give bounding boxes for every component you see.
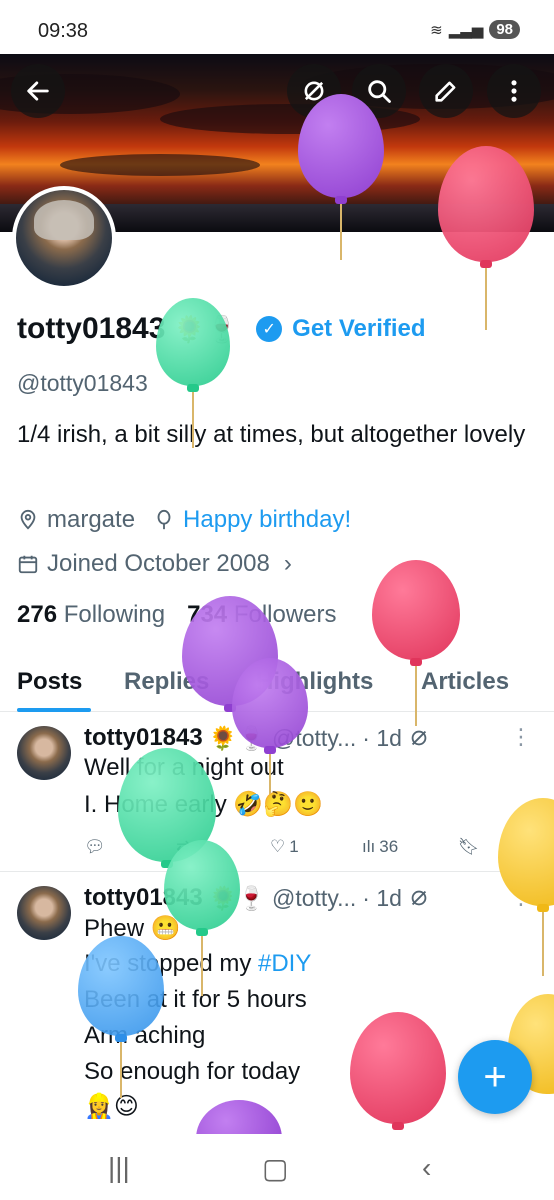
post-avatar[interactable]: [17, 726, 71, 780]
more-options-button[interactable]: [487, 64, 541, 118]
search-icon: [368, 80, 391, 103]
profile-name: totty01843: [17, 312, 166, 345]
like-button[interactable]: ♡ 1: [270, 837, 362, 857]
get-verified-link[interactable]: Get Verified: [292, 315, 425, 343]
follow-stats: 276 Following 734 Followers: [17, 601, 337, 629]
profile-meta-joined[interactable]: Joined October 2008 ›: [17, 550, 292, 578]
compose-post-button[interactable]: +: [458, 1040, 532, 1114]
post-header: totty01843 🌻🍷 @totty... · 1d: [84, 884, 430, 912]
location-icon: [20, 509, 36, 530]
post-text-line: 👷‍♀️😊: [84, 1093, 139, 1120]
system-back-icon[interactable]: ‹: [422, 1152, 431, 1184]
post-time: · 1d: [362, 724, 402, 751]
chevron-right-icon: ›: [283, 550, 292, 577]
views-count: 36: [379, 836, 399, 856]
plus-icon: +: [483, 1054, 507, 1099]
wifi-icon: ≋: [430, 21, 443, 39]
status-icons: ≋ ▂▃▅ 98: [430, 20, 520, 39]
location-text: margate: [47, 506, 136, 533]
like-count: 1: [289, 836, 299, 856]
profile-avatar[interactable]: [12, 186, 116, 290]
tab-articles[interactable]: Articles: [421, 668, 509, 696]
home-icon[interactable]: ▢: [262, 1152, 288, 1185]
post-author-handle: @totty...: [272, 884, 357, 911]
calendar-icon: [18, 555, 38, 574]
back-button[interactable]: [11, 64, 65, 118]
verified-badge-icon[interactable]: ✓: [256, 316, 283, 342]
profile-handle: @totty01843: [17, 370, 148, 396]
back-arrow-icon: [27, 81, 49, 101]
hashtag-link[interactable]: #DIY: [258, 950, 311, 977]
signal-icon: ▂▃▅: [448, 21, 484, 39]
birthday-text[interactable]: Happy birthday!: [183, 506, 351, 534]
post-text-line: So enough for today: [84, 1058, 301, 1085]
post-avatar[interactable]: [17, 886, 71, 940]
views-button[interactable]: ılı 36: [362, 837, 458, 857]
battery-indicator: 98: [489, 20, 520, 39]
post-time: · 1d: [362, 884, 402, 911]
more-vertical-icon: [511, 80, 517, 102]
tab-posts[interactable]: Posts: [17, 668, 82, 696]
sync-off-icon: [411, 730, 427, 746]
following-count: 276: [17, 601, 58, 628]
following-label: Following: [63, 601, 166, 628]
post-more-icon[interactable]: ⋮: [510, 724, 532, 750]
system-nav-bar: ||| ▢ ‹: [0, 1134, 554, 1200]
status-time: 09:38: [38, 20, 89, 42]
edit-profile-button[interactable]: [419, 64, 473, 118]
joined-text: Joined October 2008: [47, 550, 270, 577]
edit-icon: [435, 81, 456, 102]
bookmark-icon: 🔖︎: [458, 836, 480, 856]
post-author-name: totty01843: [84, 724, 203, 751]
sync-off-icon: [411, 890, 427, 906]
following-link[interactable]: 276 Following: [17, 601, 165, 629]
status-bar: 09:38 ≋ ▂▃▅ 98: [0, 0, 554, 54]
profile-bio: 1/4 irish, a bit silly at times, but alt…: [17, 421, 526, 448]
balloon-icon: [157, 509, 171, 530]
profile-meta-location: margate Happy birthday!: [17, 506, 351, 534]
reply-icon: 💬︎: [84, 836, 106, 856]
views-icon: ılı: [362, 836, 376, 856]
like-icon: ♡: [270, 836, 286, 856]
recent-apps-icon[interactable]: |||: [108, 1152, 130, 1184]
